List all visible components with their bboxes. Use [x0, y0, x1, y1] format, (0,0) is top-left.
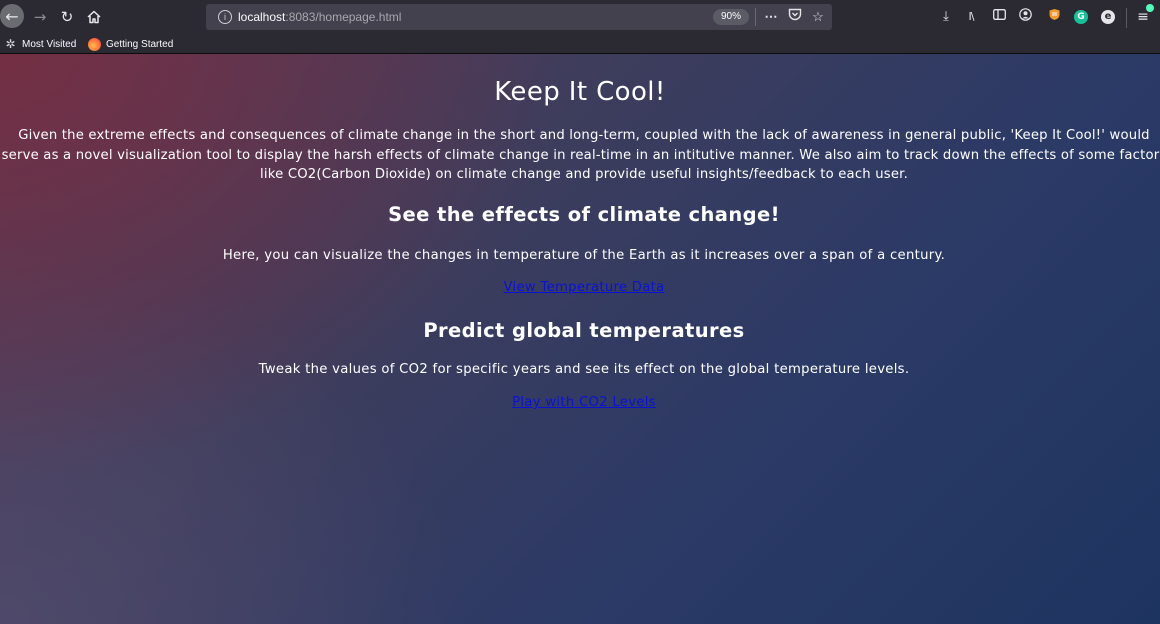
bookmark-getting-started[interactable]: Getting Started [88, 36, 173, 52]
reload-icon: ↻ [60, 8, 74, 26]
intro-paragraph: Given the extreme effects and consequenc… [1, 128, 1160, 182]
url-bar-divider [755, 8, 756, 26]
url-text[interactable]: localhost:8083/homepage.html [238, 10, 401, 24]
arrow-right-icon: → [33, 8, 47, 26]
page-viewport: Keep It Cool! Given the extreme effects … [0, 54, 1160, 624]
update-badge-icon [1146, 4, 1154, 12]
extension-icon[interactable]: e [1101, 10, 1115, 24]
library-icon[interactable]: I\ [962, 8, 980, 26]
temperature-link-row: View Temperature Data [0, 279, 1160, 297]
bookmark-star-icon[interactable]: ☆ [809, 8, 827, 26]
page-actions-icon[interactable]: ⋯ [762, 8, 780, 26]
url-host: localhost [238, 10, 286, 24]
bookmarks-bar: ✲ Most Visited Getting Started [0, 34, 1160, 54]
url-bar[interactable]: i localhost:8083/homepage.html 90% ⋯ ☆ [206, 4, 832, 30]
gear-icon: ✲ [5, 36, 16, 51]
bookmark-most-visited[interactable]: ✲ Most Visited [4, 36, 76, 52]
co2-link-row: Play with CO2 Levels [0, 394, 1160, 412]
firefox-icon [88, 37, 101, 51]
pocket-icon[interactable] [786, 8, 804, 26]
browser-toolbar: ← → ↻ i localhost:8083/homepage.html 90%… [0, 0, 1160, 34]
effects-description: Here, you can visualize the changes in t… [222, 248, 946, 263]
zoom-level-badge[interactable]: 90% [713, 9, 749, 25]
arrow-left-icon: ← [5, 6, 19, 26]
home-icon [87, 10, 101, 24]
home-button[interactable] [83, 6, 105, 28]
toolbar-divider [1126, 8, 1127, 28]
view-temperature-data-link[interactable]: View Temperature Data [504, 280, 665, 295]
bookmark-getting-started-label: Getting Started [106, 38, 174, 50]
back-button[interactable]: ← [0, 4, 24, 28]
forward-button[interactable]: → [29, 6, 51, 28]
play-with-co2-link[interactable]: Play with CO2 Levels [512, 395, 656, 410]
reload-button[interactable]: ↻ [56, 6, 78, 28]
predict-heading: Predict global temperatures [423, 319, 745, 342]
site-info-icon[interactable]: i [218, 10, 232, 24]
bookmark-most-visited-label: Most Visited [22, 38, 77, 50]
effects-heading: See the effects of climate change! [388, 203, 780, 226]
account-icon[interactable] [1016, 8, 1034, 26]
grammarly-extension-icon[interactable]: G [1074, 10, 1088, 24]
url-path: :8083/homepage.html [285, 10, 402, 24]
predict-description: Tweak the values of CO2 for specific yea… [258, 362, 910, 377]
downloads-icon[interactable]: ⤓ [937, 8, 955, 26]
extension-shield-icon[interactable] [1045, 8, 1063, 26]
page-title: Keep It Cool! [494, 77, 666, 107]
sidebar-icon[interactable] [990, 8, 1008, 26]
